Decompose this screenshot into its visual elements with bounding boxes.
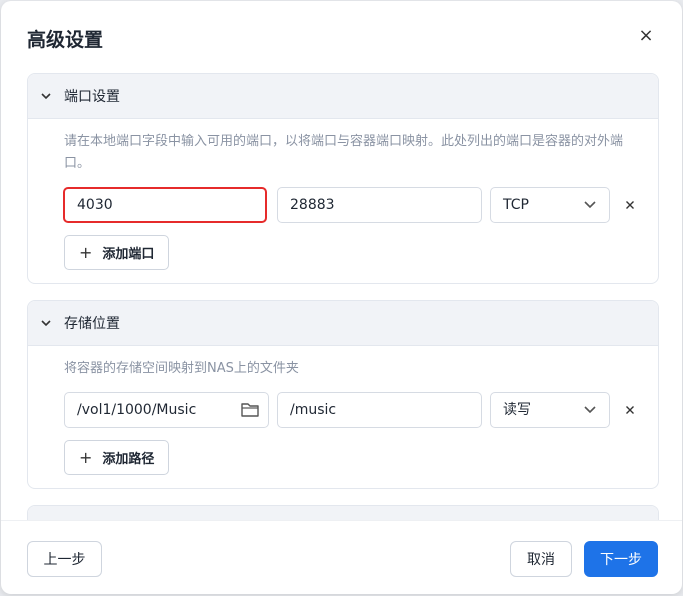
container-port-input[interactable]: 28883 <box>277 187 482 223</box>
plus-icon: + <box>79 243 93 262</box>
nas-path-input[interactable]: /vol1/1000/Music <box>64 392 269 428</box>
dialog-title: 高级设置 <box>27 29 104 51</box>
storage-section-header[interactable]: 存储位置 <box>28 301 658 346</box>
add-path-button[interactable]: + 添加路径 <box>64 440 170 475</box>
port-section-description: 请在本地端口字段中输入可用的端口，以将端口与容器端口映射。此处列出的端口是容器的… <box>64 134 624 171</box>
next-section-header[interactable] <box>28 506 658 520</box>
port-settings-section: 端口设置 请在本地端口字段中输入可用的端口，以将端口与容器端口映射。此处列出的端… <box>27 73 659 284</box>
port-section-header[interactable]: 端口设置 <box>28 74 658 119</box>
close-icon[interactable]: × <box>635 25 657 47</box>
storage-location-section: 存储位置 将容器的存储空间映射到NAS上的文件夹 /vol1/1000/Musi… <box>27 300 659 489</box>
add-port-button[interactable]: + 添加端口 <box>64 235 170 270</box>
port-section-title: 端口设置 <box>64 89 120 105</box>
remove-path-icon[interactable] <box>622 402 638 418</box>
local-port-input[interactable]: 4030 <box>63 187 267 223</box>
cancel-button[interactable]: 取消 <box>510 541 572 577</box>
next-step-button[interactable]: 下一步 <box>584 541 658 577</box>
add-path-label: 添加路径 <box>102 452 155 467</box>
add-port-label: 添加端口 <box>102 247 155 262</box>
chevron-down-icon <box>584 406 596 414</box>
permission-select[interactable]: 读写 <box>490 392 610 428</box>
advanced-settings-dialog: 高级设置 × 端口设置 请在本地端口字段中输入可用的端口，以将端口与容器端口映射… <box>1 1 682 594</box>
permission-select-value: 读写 <box>503 402 531 418</box>
previous-step-button[interactable]: 上一步 <box>27 541 102 577</box>
plus-icon: + <box>79 448 93 467</box>
protocol-select-value: TCP <box>503 197 529 213</box>
chevron-down-icon <box>41 320 51 327</box>
close-icon <box>626 201 634 209</box>
settings-scroll-area[interactable]: 端口设置 请在本地端口字段中输入可用的端口，以将端口与容器端口映射。此处列出的端… <box>1 73 682 520</box>
folder-icon[interactable] <box>240 401 260 419</box>
chevron-down-icon <box>584 201 596 209</box>
chevron-down-icon <box>41 93 51 100</box>
protocol-select[interactable]: TCP <box>490 187 610 223</box>
storage-section-description: 将容器的存储空间映射到NAS上的文件夹 <box>64 361 299 376</box>
close-icon <box>626 406 634 414</box>
remove-port-icon[interactable] <box>622 197 638 213</box>
next-section-partial <box>27 505 659 520</box>
footer-divider <box>1 520 682 521</box>
container-path-input[interactable]: /music <box>277 392 482 428</box>
storage-section-title: 存储位置 <box>64 316 120 332</box>
nas-path-value: /vol1/1000/Music <box>77 402 197 418</box>
